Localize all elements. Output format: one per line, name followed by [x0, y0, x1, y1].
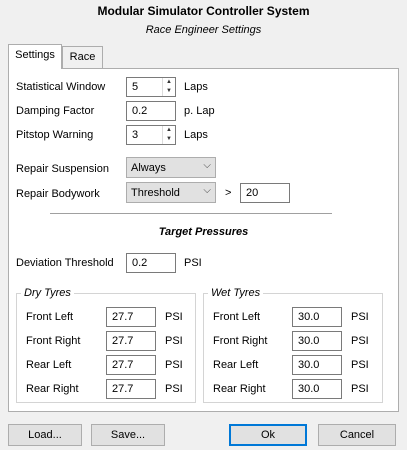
pitstop-warning-unit: Laps	[184, 129, 208, 141]
dry-rear-right-input[interactable]: 27.7	[106, 379, 156, 399]
chevron-down-icon: ⌵	[203, 185, 211, 196]
repair-suspension-value: Always	[131, 162, 166, 174]
dry-front-left-input[interactable]: 27.7	[106, 307, 156, 327]
wet-front-right-label: Front Right	[213, 335, 268, 347]
dry-front-right-label: Front Right	[26, 335, 81, 347]
dry-tyres-title: Dry Tyres	[21, 287, 74, 299]
cancel-button[interactable]: Cancel	[318, 424, 396, 446]
up-arrow-icon[interactable]: ▲	[163, 78, 175, 87]
wet-front-left-unit: PSI	[351, 311, 369, 323]
deviation-threshold-label: Deviation Threshold	[16, 257, 114, 269]
repair-suspension-dropdown[interactable]: Always ⌵	[126, 157, 216, 178]
wet-rear-left-label: Rear Left	[213, 359, 259, 371]
wet-rear-right-unit: PSI	[351, 383, 369, 395]
wet-rear-left-input[interactable]: 30.0	[292, 355, 342, 375]
down-arrow-icon[interactable]: ▼	[163, 135, 175, 144]
tab-settings[interactable]: Settings	[8, 44, 62, 69]
separator	[50, 213, 332, 215]
deviation-threshold-input[interactable]: 0.2	[126, 253, 176, 273]
repair-bodywork-dropdown[interactable]: Threshold ⌵	[126, 182, 216, 203]
dry-front-right-input[interactable]: 27.7	[106, 331, 156, 351]
dry-rear-left-label: Rear Left	[26, 359, 72, 371]
wet-front-left-input[interactable]: 30.0	[292, 307, 342, 327]
wet-rear-right-label: Rear Right	[213, 383, 266, 395]
ok-button[interactable]: Ok	[229, 424, 307, 446]
dry-rear-right-label: Rear Right	[26, 383, 79, 395]
window-subtitle: Race Engineer Settings	[145, 24, 262, 36]
damping-factor-label: Damping Factor	[16, 105, 95, 117]
dry-rear-left-input[interactable]: 27.7	[106, 355, 156, 375]
dry-rear-right-unit: PSI	[165, 383, 183, 395]
repair-suspension-label: Repair Suspension	[16, 163, 109, 175]
statistical-window-stepper[interactable]: 5 ▲ ▼	[126, 77, 176, 97]
up-arrow-icon[interactable]: ▲	[163, 126, 175, 135]
dry-front-left-unit: PSI	[165, 311, 183, 323]
tab-race[interactable]: Race	[62, 46, 103, 68]
target-pressures-heading: Target Pressures	[158, 226, 249, 238]
dry-front-left-label: Front Left	[26, 311, 74, 323]
pitstop-warning-stepper[interactable]: 3 ▲ ▼	[126, 125, 176, 145]
wet-rear-left-unit: PSI	[351, 359, 369, 371]
down-arrow-icon[interactable]: ▼	[163, 87, 175, 96]
wet-tyres-title: Wet Tyres	[208, 287, 264, 299]
wet-rear-right-input[interactable]: 30.0	[292, 379, 342, 399]
dry-front-right-unit: PSI	[165, 335, 183, 347]
wet-front-right-unit: PSI	[351, 335, 369, 347]
deviation-threshold-unit: PSI	[184, 257, 202, 269]
wet-front-right-input[interactable]: 30.0	[292, 331, 342, 351]
wet-front-left-label: Front Left	[213, 311, 261, 323]
repair-bodywork-label: Repair Bodywork	[16, 188, 100, 200]
dry-rear-left-unit: PSI	[165, 359, 183, 371]
save-button[interactable]: Save...	[91, 424, 165, 446]
statistical-window-value: 5	[132, 81, 139, 93]
chevron-down-icon: ⌵	[203, 160, 211, 171]
statistical-window-label: Statistical Window	[16, 81, 106, 93]
pitstop-warning-label: Pitstop Warning	[16, 129, 94, 141]
repair-bodywork-threshold-input[interactable]: 20	[240, 183, 290, 203]
damping-factor-unit: p. Lap	[184, 105, 215, 117]
repair-bodywork-value: Threshold	[131, 187, 180, 199]
window-title: Modular Simulator Controller System	[97, 4, 310, 18]
damping-factor-input[interactable]: 0.2	[126, 101, 176, 121]
pitstop-warning-value: 3	[132, 129, 139, 141]
repair-bodywork-operator: >	[225, 187, 232, 199]
load-button[interactable]: Load...	[8, 424, 82, 446]
statistical-window-unit: Laps	[184, 81, 208, 93]
